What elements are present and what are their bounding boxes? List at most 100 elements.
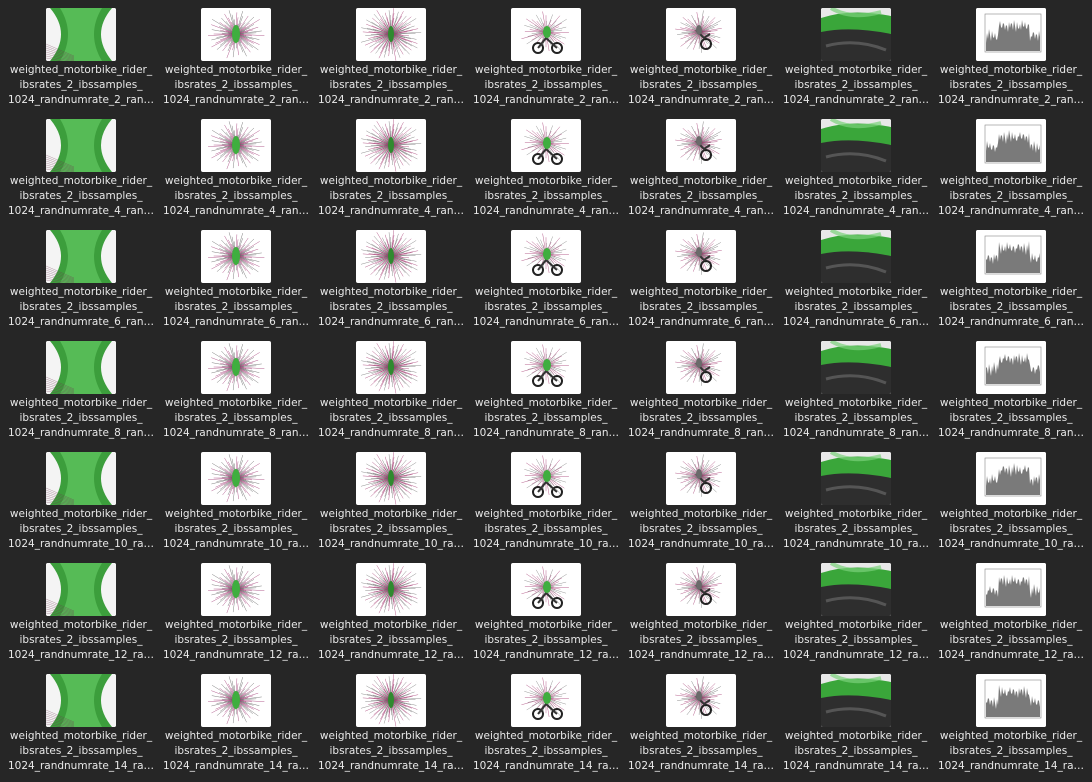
file-name-label[interactable]: weighted_motorbike_rider_ibsrates_2_ibss… — [6, 285, 156, 330]
file-name-label[interactable]: weighted_motorbike_rider_ibsrates_2_ibss… — [781, 618, 931, 663]
file-item[interactable]: weighted_motorbike_rider_ibsrates_2_ibss… — [471, 452, 621, 560]
file-item[interactable]: weighted_motorbike_rider_ibsrates_2_ibss… — [936, 452, 1086, 560]
file-item[interactable]: weighted_motorbike_rider_ibsrates_2_ibss… — [316, 119, 466, 227]
file-item[interactable]: weighted_motorbike_rider_ibsrates_2_ibss… — [161, 341, 311, 449]
file-item[interactable]: weighted_motorbike_rider_ibsrates_2_ibss… — [936, 8, 1086, 116]
file-thumbnail[interactable] — [511, 563, 581, 616]
file-name-label[interactable]: weighted_motorbike_rider_ibsrates_2_ibss… — [471, 285, 621, 330]
file-name-label[interactable]: weighted_motorbike_rider_ibsrates_2_ibss… — [781, 396, 931, 441]
file-name-label[interactable]: weighted_motorbike_rider_ibsrates_2_ibss… — [161, 174, 311, 219]
file-thumbnail[interactable] — [821, 230, 891, 283]
file-thumbnail[interactable] — [821, 8, 891, 61]
file-thumbnail[interactable] — [201, 8, 271, 61]
file-name-label[interactable]: weighted_motorbike_rider_ibsrates_2_ibss… — [626, 63, 776, 108]
file-thumbnail[interactable] — [511, 341, 581, 394]
file-item[interactable]: weighted_motorbike_rider_ibsrates_2_ibss… — [316, 563, 466, 671]
file-name-label[interactable]: weighted_motorbike_rider_ibsrates_2_ibss… — [471, 63, 621, 108]
file-name-label[interactable]: weighted_motorbike_rider_ibsrates_2_ibss… — [316, 507, 466, 552]
file-item[interactable]: weighted_motorbike_rider_ibsrates_2_ibss… — [161, 452, 311, 560]
file-thumbnail[interactable] — [201, 230, 271, 283]
file-name-label[interactable]: weighted_motorbike_rider_ibsrates_2_ibss… — [781, 63, 931, 108]
file-thumbnail[interactable] — [511, 230, 581, 283]
file-name-label[interactable]: weighted_motorbike_rider_ibsrates_2_ibss… — [316, 63, 466, 108]
file-thumbnail[interactable] — [201, 563, 271, 616]
file-item[interactable]: weighted_motorbike_rider_ibsrates_2_ibss… — [936, 341, 1086, 449]
file-thumbnail[interactable] — [976, 341, 1046, 394]
file-thumbnail[interactable] — [976, 563, 1046, 616]
file-name-label[interactable]: weighted_motorbike_rider_ibsrates_2_ibss… — [316, 174, 466, 219]
file-name-label[interactable]: weighted_motorbike_rider_ibsrates_2_ibss… — [626, 729, 776, 774]
file-thumbnail[interactable] — [46, 8, 116, 61]
file-thumbnail[interactable] — [46, 119, 116, 172]
file-item[interactable]: weighted_motorbike_rider_ibsrates_2_ibss… — [161, 563, 311, 671]
file-thumbnail[interactable] — [511, 8, 581, 61]
file-name-label[interactable]: weighted_motorbike_rider_ibsrates_2_ibss… — [781, 285, 931, 330]
file-item[interactable]: weighted_motorbike_rider_ibsrates_2_ibss… — [781, 341, 931, 449]
file-item[interactable]: weighted_motorbike_rider_ibsrates_2_ibss… — [316, 452, 466, 560]
file-name-label[interactable]: weighted_motorbike_rider_ibsrates_2_ibss… — [6, 729, 156, 774]
file-thumbnail[interactable] — [46, 230, 116, 283]
file-item[interactable]: weighted_motorbike_rider_ibsrates_2_ibss… — [936, 563, 1086, 671]
file-item[interactable]: weighted_motorbike_rider_ibsrates_2_ibss… — [626, 452, 776, 560]
file-thumbnail[interactable] — [666, 341, 736, 394]
file-item[interactable]: weighted_motorbike_rider_ibsrates_2_ibss… — [626, 119, 776, 227]
file-name-label[interactable]: weighted_motorbike_rider_ibsrates_2_ibss… — [936, 618, 1086, 663]
file-name-label[interactable]: weighted_motorbike_rider_ibsrates_2_ibss… — [161, 507, 311, 552]
file-item[interactable]: weighted_motorbike_rider_ibsrates_2_ibss… — [471, 674, 621, 782]
file-thumbnail[interactable] — [201, 119, 271, 172]
file-name-label[interactable]: weighted_motorbike_rider_ibsrates_2_ibss… — [626, 618, 776, 663]
file-name-label[interactable]: weighted_motorbike_rider_ibsrates_2_ibss… — [316, 729, 466, 774]
file-name-label[interactable]: weighted_motorbike_rider_ibsrates_2_ibss… — [626, 507, 776, 552]
file-thumbnail[interactable] — [666, 119, 736, 172]
file-name-label[interactable]: weighted_motorbike_rider_ibsrates_2_ibss… — [471, 507, 621, 552]
file-item[interactable]: weighted_motorbike_rider_ibsrates_2_ibss… — [6, 452, 156, 560]
file-item[interactable]: weighted_motorbike_rider_ibsrates_2_ibss… — [161, 8, 311, 116]
file-thumbnail[interactable] — [976, 119, 1046, 172]
file-thumbnail[interactable] — [821, 674, 891, 727]
file-item[interactable]: weighted_motorbike_rider_ibsrates_2_ibss… — [316, 8, 466, 116]
file-thumbnail[interactable] — [356, 674, 426, 727]
file-thumbnail[interactable] — [356, 563, 426, 616]
file-name-label[interactable]: weighted_motorbike_rider_ibsrates_2_ibss… — [781, 729, 931, 774]
file-name-label[interactable]: weighted_motorbike_rider_ibsrates_2_ibss… — [161, 729, 311, 774]
file-item[interactable]: weighted_motorbike_rider_ibsrates_2_ibss… — [471, 119, 621, 227]
file-thumbnail[interactable] — [821, 341, 891, 394]
file-thumbnail[interactable] — [356, 8, 426, 61]
file-item[interactable]: weighted_motorbike_rider_ibsrates_2_ibss… — [781, 230, 931, 338]
file-item[interactable]: weighted_motorbike_rider_ibsrates_2_ibss… — [161, 230, 311, 338]
file-thumbnail[interactable] — [666, 452, 736, 505]
file-thumbnail[interactable] — [511, 119, 581, 172]
file-name-label[interactable]: weighted_motorbike_rider_ibsrates_2_ibss… — [316, 618, 466, 663]
file-thumbnail[interactable] — [976, 230, 1046, 283]
file-item[interactable]: weighted_motorbike_rider_ibsrates_2_ibss… — [161, 674, 311, 782]
file-item[interactable]: weighted_motorbike_rider_ibsrates_2_ibss… — [626, 8, 776, 116]
file-name-label[interactable]: weighted_motorbike_rider_ibsrates_2_ibss… — [6, 396, 156, 441]
file-item[interactable]: weighted_motorbike_rider_ibsrates_2_ibss… — [471, 230, 621, 338]
file-name-label[interactable]: weighted_motorbike_rider_ibsrates_2_ibss… — [316, 396, 466, 441]
file-item[interactable]: weighted_motorbike_rider_ibsrates_2_ibss… — [6, 341, 156, 449]
file-name-label[interactable]: weighted_motorbike_rider_ibsrates_2_ibss… — [936, 285, 1086, 330]
file-thumbnail[interactable] — [356, 341, 426, 394]
file-thumbnail[interactable] — [511, 674, 581, 727]
file-name-label[interactable]: weighted_motorbike_rider_ibsrates_2_ibss… — [6, 174, 156, 219]
file-thumbnail[interactable] — [46, 674, 116, 727]
file-name-label[interactable]: weighted_motorbike_rider_ibsrates_2_ibss… — [936, 174, 1086, 219]
file-item[interactable]: weighted_motorbike_rider_ibsrates_2_ibss… — [626, 563, 776, 671]
file-thumbnail[interactable] — [821, 119, 891, 172]
file-thumbnail[interactable] — [356, 230, 426, 283]
file-item[interactable]: weighted_motorbike_rider_ibsrates_2_ibss… — [161, 119, 311, 227]
file-name-label[interactable]: weighted_motorbike_rider_ibsrates_2_ibss… — [626, 396, 776, 441]
file-item[interactable]: weighted_motorbike_rider_ibsrates_2_ibss… — [316, 341, 466, 449]
file-item[interactable]: weighted_motorbike_rider_ibsrates_2_ibss… — [626, 341, 776, 449]
file-item[interactable]: weighted_motorbike_rider_ibsrates_2_ibss… — [6, 674, 156, 782]
file-name-label[interactable]: weighted_motorbike_rider_ibsrates_2_ibss… — [161, 618, 311, 663]
file-name-label[interactable]: weighted_motorbike_rider_ibsrates_2_ibss… — [6, 618, 156, 663]
file-name-label[interactable]: weighted_motorbike_rider_ibsrates_2_ibss… — [161, 63, 311, 108]
file-name-label[interactable]: weighted_motorbike_rider_ibsrates_2_ibss… — [6, 507, 156, 552]
file-name-label[interactable]: weighted_motorbike_rider_ibsrates_2_ibss… — [471, 396, 621, 441]
file-item[interactable]: weighted_motorbike_rider_ibsrates_2_ibss… — [471, 341, 621, 449]
file-thumbnail[interactable] — [976, 452, 1046, 505]
file-thumbnail[interactable] — [976, 674, 1046, 727]
file-name-label[interactable]: weighted_motorbike_rider_ibsrates_2_ibss… — [161, 396, 311, 441]
file-item[interactable]: weighted_motorbike_rider_ibsrates_2_ibss… — [6, 119, 156, 227]
